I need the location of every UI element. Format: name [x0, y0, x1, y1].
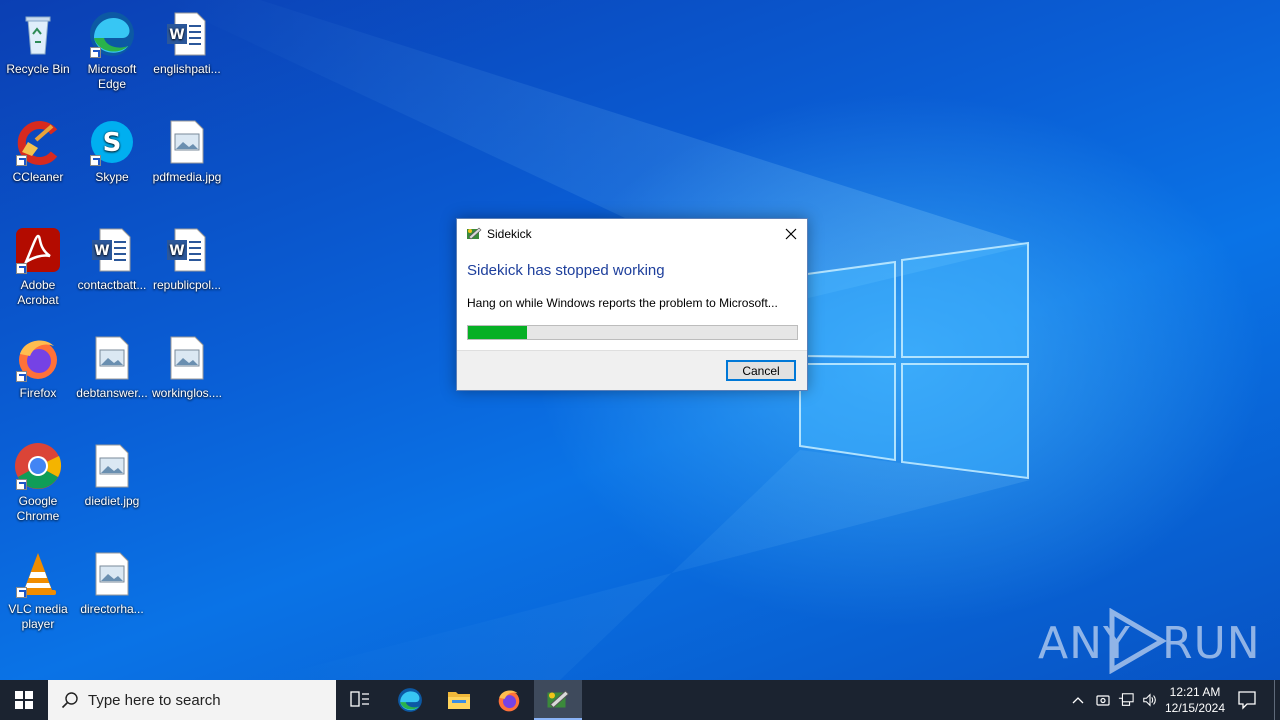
show-hidden-icons-button[interactable] [1070, 692, 1086, 708]
desktop-icon-label: debtanswer... [76, 386, 148, 400]
word-document-icon: W [163, 10, 211, 58]
clock-date: 12/15/2024 [1164, 701, 1226, 715]
desktop-icon-contactbatt[interactable]: W contactbatt... [74, 220, 150, 293]
tray-meet-now-button[interactable] [1095, 692, 1111, 708]
vlc-icon [14, 550, 62, 598]
desktop-icon-label: Firefox [19, 386, 57, 400]
taskbar-search-box[interactable]: Type here to search [48, 680, 336, 720]
desktop-icon-workinglos[interactable]: workinglos.... [149, 328, 225, 401]
taskbar-firefox-button[interactable] [485, 680, 533, 720]
desktop-icon-ccleaner[interactable]: CCleaner [0, 112, 76, 185]
anyrun-watermark: ANY RUN [1038, 608, 1260, 674]
error-report-dialog: Sidekick Sidekick has stopped working Ha… [456, 218, 808, 391]
taskbar: Type here to search 12:21 AM 12/15/2024 [0, 680, 1280, 720]
svg-text:W: W [94, 243, 109, 259]
desktop-icon-englishpati[interactable]: W englishpati... [149, 4, 225, 77]
sidekick-app-icon [547, 690, 570, 709]
watermark-text-right: RUN [1162, 618, 1261, 669]
desktop-icon-directorha[interactable]: directorha... [74, 544, 150, 617]
adobe-acrobat-icon [14, 226, 62, 274]
action-center-button[interactable] [1236, 690, 1258, 710]
taskbar-sidekick-button[interactable] [534, 680, 582, 720]
image-file-icon [163, 118, 211, 166]
chevron-up-icon [1072, 697, 1084, 704]
desktop-icon-label: workinglos.... [151, 386, 223, 400]
desktop-icon-label: diediet.jpg [84, 494, 140, 508]
clock-time: 12:21 AM [1169, 685, 1221, 699]
cancel-button[interactable]: Cancel [726, 360, 796, 381]
desktop-icon-label: englishpati... [153, 62, 221, 76]
task-view-button[interactable] [336, 680, 384, 720]
desktop-icon-debtanswer[interactable]: debtanswer... [74, 328, 150, 401]
desktop-icon-label: VLC media player [8, 602, 68, 631]
google-chrome-icon [14, 442, 62, 490]
desktop-icon-label: Skype [95, 170, 129, 184]
notification-icon [1238, 691, 1256, 710]
tray-network-button[interactable] [1118, 692, 1134, 708]
image-file-icon [88, 334, 136, 382]
desktop-icon-skype[interactable]: S Skype [74, 112, 150, 185]
dialog-titlebar[interactable]: Sidekick [457, 219, 807, 249]
desktop-icon-label: contactbatt... [77, 278, 147, 292]
sidekick-app-icon [467, 227, 482, 240]
firefox-icon [14, 334, 62, 382]
search-icon [61, 692, 78, 709]
desktop-icon-label: pdfmedia.jpg [152, 170, 222, 184]
windows-start-icon [15, 691, 33, 709]
skype-icon: S [88, 118, 136, 166]
desktop-icon-label: Google Chrome [16, 494, 60, 523]
desktop-icon-label: Adobe Acrobat [17, 278, 59, 307]
show-desktop-button[interactable] [1274, 680, 1275, 720]
desktop-icon-label: Microsoft Edge [87, 62, 137, 91]
svg-text:S: S [103, 128, 122, 158]
firefox-icon [498, 690, 520, 712]
svg-text:W: W [169, 27, 184, 43]
ccleaner-icon [14, 118, 62, 166]
desktop-icon-recycle-bin[interactable]: Recycle Bin [0, 4, 76, 77]
image-file-icon [88, 442, 136, 490]
search-placeholder: Type here to search [88, 691, 221, 709]
dialog-message: Hang on while Windows reports the proble… [467, 296, 778, 310]
close-icon [785, 228, 797, 240]
image-file-icon [163, 334, 211, 382]
taskbar-file-explorer-button[interactable] [435, 680, 483, 720]
taskbar-clock[interactable]: 12:21 AM 12/15/2024 [1160, 684, 1230, 716]
desktop-icon-pdfmedia[interactable]: pdfmedia.jpg [149, 112, 225, 185]
desktop-icon-label: republicpol... [152, 278, 222, 292]
dialog-footer: Cancel [457, 350, 807, 390]
play-logo-icon [1109, 608, 1167, 674]
desktop-icon-firefox[interactable]: Firefox [0, 328, 76, 401]
word-document-icon: W [88, 226, 136, 274]
desktop-icon-vlc[interactable]: VLC media player [0, 544, 76, 632]
desktop-icon-label: directorha... [80, 602, 144, 616]
desktop-icon-adobe-acrobat[interactable]: Adobe Acrobat [0, 220, 76, 308]
progress-fill [468, 326, 528, 339]
meet-now-icon [1096, 695, 1110, 706]
task-view-icon [350, 691, 369, 707]
network-icon [1118, 693, 1134, 706]
dialog-heading: Sidekick has stopped working [467, 262, 665, 279]
close-button[interactable] [775, 219, 807, 249]
microsoft-edge-icon [398, 688, 422, 712]
svg-text:W: W [169, 243, 184, 259]
word-document-icon: W [163, 226, 211, 274]
desktop-icon-republicpol[interactable]: W republicpol... [149, 220, 225, 293]
file-explorer-icon [448, 692, 470, 709]
volume-icon [1143, 693, 1156, 707]
start-button[interactable] [0, 680, 48, 720]
image-file-icon [88, 550, 136, 598]
desktop-icon-label: Recycle Bin [6, 62, 70, 76]
tray-volume-button[interactable] [1142, 692, 1158, 708]
recycle-bin-icon [14, 10, 62, 58]
desktop-icon-label: CCleaner [12, 170, 64, 184]
desktop-icon-microsoft-edge[interactable]: Microsoft Edge [74, 4, 150, 92]
dialog-title: Sidekick [487, 227, 532, 241]
desktop-icon-google-chrome[interactable]: Google Chrome [0, 436, 76, 524]
report-progress-bar [467, 325, 798, 340]
microsoft-edge-icon [88, 10, 136, 58]
taskbar-edge-button[interactable] [386, 680, 434, 720]
desktop-icon-diediet[interactable]: diediet.jpg [74, 436, 150, 509]
